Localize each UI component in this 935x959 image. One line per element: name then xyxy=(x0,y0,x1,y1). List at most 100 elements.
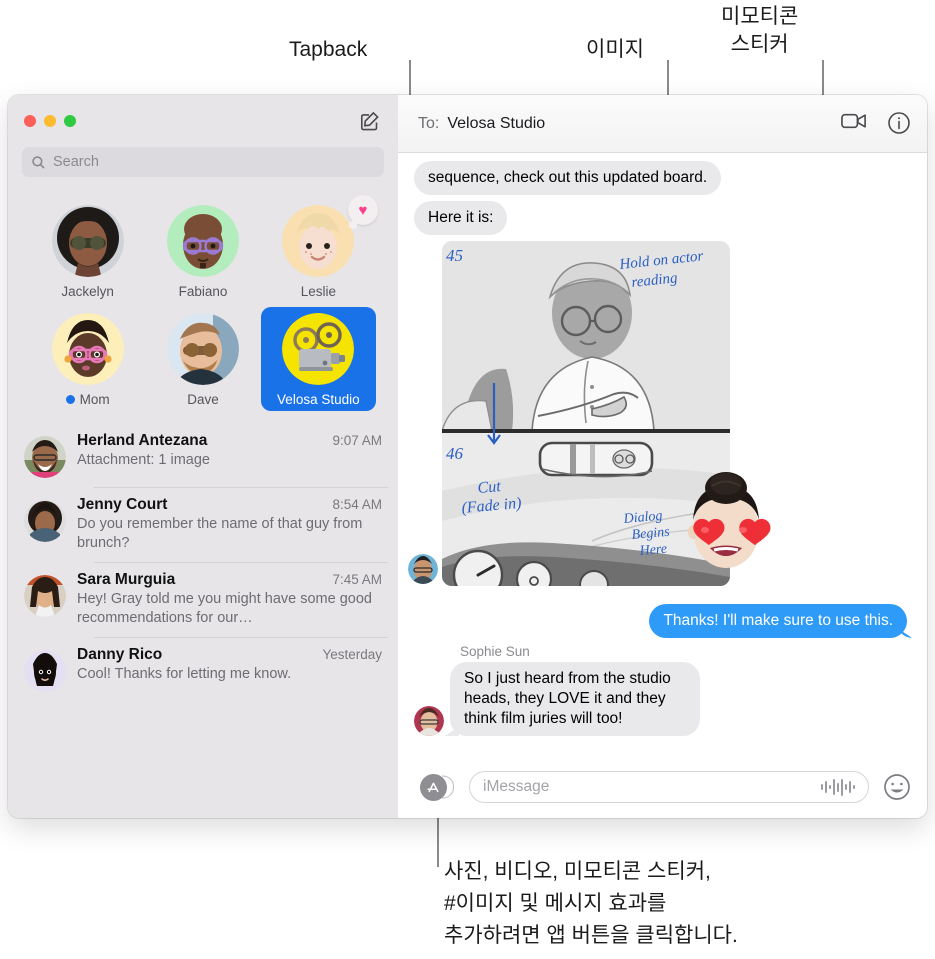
conversation-time: Yesterday xyxy=(322,647,382,662)
pinned-name-text: Mom xyxy=(79,392,110,407)
search-placeholder: Search xyxy=(53,154,99,170)
close-button[interactable] xyxy=(24,115,36,127)
svg-text:46: 46 xyxy=(446,444,464,463)
pinned-item-label: Velosa Studio xyxy=(277,392,360,407)
message-row: Here it is: xyxy=(414,201,911,235)
avatar xyxy=(24,575,66,617)
memoji-heart-eyes-sticker[interactable] xyxy=(674,468,778,572)
compose-icon[interactable] xyxy=(358,109,382,133)
zoom-button[interactable] xyxy=(64,115,76,127)
conversation-text: Herland Antezana 9:07 AM Attachment: 1 i… xyxy=(77,432,382,478)
pinned-item-jackelyn[interactable]: Jackelyn xyxy=(30,199,145,303)
pinned-name-text: Jackelyn xyxy=(61,284,114,299)
conversation-text: Sara Murguia 7:45 AM Hey! Gray told me y… xyxy=(77,571,382,628)
unread-dot xyxy=(65,395,75,404)
conversation-list-item[interactable]: Danny Rico Yesterday Cool! Thanks for le… xyxy=(8,637,398,701)
traffic-lights xyxy=(24,115,76,127)
svg-text:Cut: Cut xyxy=(477,478,502,497)
message-bubble-incoming[interactable]: Here it is: xyxy=(414,201,508,235)
callout-label-tapback: Tapback xyxy=(289,38,368,61)
screenshot-root: Tapback 이미지 미모티콘 스티커 사진, 비디오, 미모티콘 스티커, … xyxy=(0,0,935,959)
heart-icon: ♥ xyxy=(358,201,368,219)
pinned-item-mom[interactable]: Mom xyxy=(30,307,145,411)
message-sender-avatar xyxy=(408,554,438,584)
search-icon xyxy=(31,155,46,170)
conversation-pane: To: Velosa Studio sequence, check out th… xyxy=(398,95,927,818)
pinned-item-label: Mom xyxy=(65,392,110,407)
pinned-name-text: Leslie xyxy=(300,284,336,299)
svg-text:45: 45 xyxy=(446,246,463,265)
message-row: Thanks! I'll make sure to use this. xyxy=(414,604,911,638)
pinned-item-velosa-studio[interactable]: Velosa Studio xyxy=(260,307,376,411)
conversation-time: 8:54 AM xyxy=(332,497,382,512)
emoji-smiley-icon[interactable] xyxy=(883,773,911,801)
avatar xyxy=(24,436,66,478)
info-icon[interactable] xyxy=(887,111,913,137)
conversation-preview: Cool! Thanks for letting me know. xyxy=(77,666,292,682)
minimize-button[interactable] xyxy=(44,115,56,127)
avatar xyxy=(166,313,239,385)
conversation-header: To: Velosa Studio xyxy=(398,95,927,153)
avatar xyxy=(24,650,66,692)
sidebar: Search Jackelyn Fabiano ♥ Leslie Mom Dav… xyxy=(8,95,398,818)
callout-label-app-button: 사진, 비디오, 미모티콘 스티커, #이미지 및 메시지 효과를 추가하려면 … xyxy=(444,860,738,947)
tapback-badge-heart[interactable]: ♥ xyxy=(348,195,378,229)
conversation-list-item[interactable]: Jenny Court 8:54 AM Do you remember the … xyxy=(8,487,398,562)
avatar xyxy=(51,205,124,277)
callout-label-memoji-sticker: 미모티콘 스티커 xyxy=(721,5,799,56)
pinned-item-leslie[interactable]: ♥ Leslie xyxy=(261,195,378,303)
conversation-time: 9:07 AM xyxy=(332,433,382,448)
avatar xyxy=(282,313,355,385)
search-input[interactable]: Search xyxy=(22,147,384,177)
conversation-time: 7:45 AM xyxy=(332,572,382,587)
pinned-item-label: Jackelyn xyxy=(61,284,114,299)
conversation-text: Danny Rico Yesterday Cool! Thanks for le… xyxy=(77,646,382,692)
pinned-name-text: Dave xyxy=(187,392,219,407)
messages-window: Search Jackelyn Fabiano ♥ Leslie Mom Dav… xyxy=(8,95,927,818)
message-bubble-incoming[interactable]: sequence, check out this updated board. xyxy=(414,161,722,195)
svg-text:Here: Here xyxy=(638,542,668,559)
message-bubble-outgoing[interactable]: Thanks! I'll make sure to use this. xyxy=(649,604,907,638)
avatar xyxy=(51,313,124,385)
avatar xyxy=(282,205,355,277)
message-composer: iMessage xyxy=(398,756,927,818)
message-input[interactable]: iMessage xyxy=(469,771,869,803)
conversation-list-item[interactable]: Herland Antezana 9:07 AM Attachment: 1 i… xyxy=(8,423,398,487)
conversation-preview: Do you remember the name of that guy fro… xyxy=(77,516,363,551)
search-container: Search xyxy=(8,147,398,187)
conversation-name: Herland Antezana xyxy=(77,432,208,449)
conversation-name: Sara Murguia xyxy=(77,571,176,588)
conversation-preview: Attachment: 1 image xyxy=(77,452,210,468)
message-bubble-incoming[interactable]: So I just heard from the studio heads, t… xyxy=(450,662,700,736)
window-titlebar xyxy=(8,95,398,147)
message-placeholder: iMessage xyxy=(483,778,550,795)
conversation-text: Jenny Court 8:54 AM Do you remember the … xyxy=(77,496,382,553)
header-actions xyxy=(841,111,913,137)
pinned-item-label: Dave xyxy=(187,392,219,407)
pinned-item-dave[interactable]: Dave xyxy=(145,307,260,411)
pinned-item-label: Fabiano xyxy=(179,284,228,299)
conversation-name: Danny Rico xyxy=(77,646,163,663)
avatar xyxy=(166,205,239,277)
to-label: To: xyxy=(418,114,440,132)
recipient-field[interactable]: Velosa Studio xyxy=(447,115,545,133)
pinned-item-fabiano[interactable]: Fabiano xyxy=(145,199,260,303)
audio-waveform-icon[interactable] xyxy=(821,778,855,796)
app-store-button[interactable] xyxy=(420,773,447,801)
message-attachment-image[interactable]: 45 46 Hold on actor reading Cut (Fade in… xyxy=(408,241,771,586)
callout-label-image: 이미지 xyxy=(586,38,644,61)
pinned-name-text: Fabiano xyxy=(178,284,228,299)
message-sender-avatar xyxy=(414,706,444,736)
message-row: So I just heard from the studio heads, t… xyxy=(414,662,911,736)
video-camera-icon[interactable] xyxy=(841,111,867,137)
conversation-name: Jenny Court xyxy=(77,496,168,513)
message-thread: sequence, check out this updated board. … xyxy=(398,153,927,756)
message-sender-name: Sophie Sun xyxy=(460,644,530,659)
pinned-name-text: Velosa Studio xyxy=(277,392,360,407)
callout-leader-app-button xyxy=(437,810,439,867)
pinned-conversations: Jackelyn Fabiano ♥ Leslie Mom Dave Velos… xyxy=(8,187,398,419)
conversation-preview: Hey! Gray told me you might have some go… xyxy=(77,591,372,626)
avatar xyxy=(24,500,66,542)
conversation-list-item[interactable]: Sara Murguia 7:45 AM Hey! Gray told me y… xyxy=(8,562,398,637)
pinned-item-label: Leslie xyxy=(301,284,336,299)
